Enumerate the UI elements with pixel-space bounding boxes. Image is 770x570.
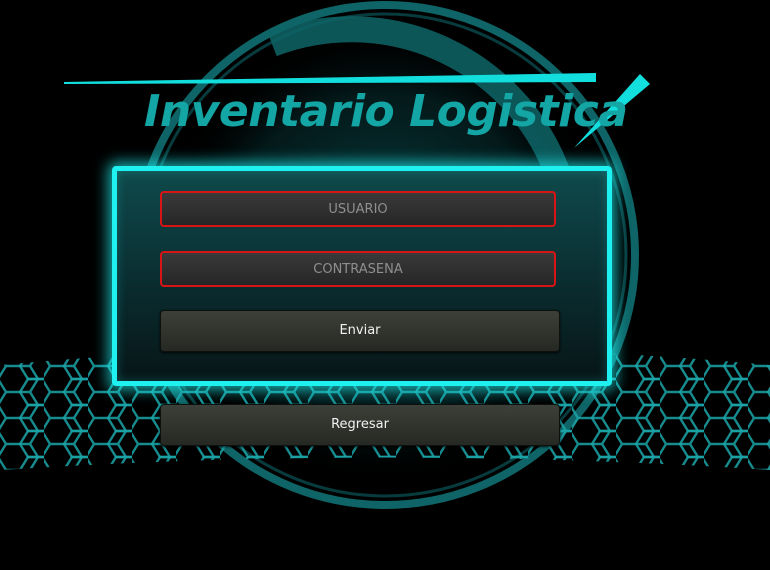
back-button[interactable]: Regresar xyxy=(160,404,560,446)
submit-button[interactable]: Enviar xyxy=(160,310,560,352)
page-title: Inventario Logistica xyxy=(144,86,628,137)
login-page: Inventario Logistica Enviar Regresar xyxy=(0,0,770,570)
password-input[interactable] xyxy=(160,251,556,287)
username-input[interactable] xyxy=(160,191,556,227)
